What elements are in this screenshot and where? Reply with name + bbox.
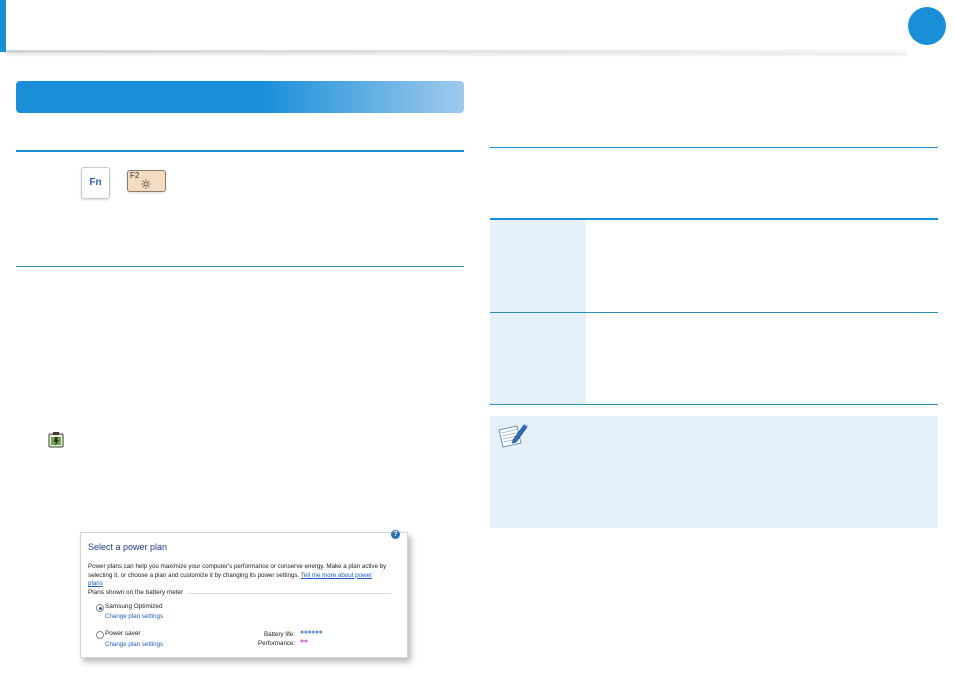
table-row-1-header-cell [490, 220, 586, 312]
section-banner [16, 81, 464, 113]
power-plan-screenshot: ? Select a power plan Power plans can he… [80, 530, 408, 658]
note-box [490, 416, 938, 528]
brightness-sun-icon [141, 179, 151, 189]
radio-samsung-optimized[interactable] [96, 604, 104, 612]
section-divider [16, 266, 464, 267]
change-plan-settings-link[interactable]: Change plan settings [105, 613, 163, 620]
dialog-title: Select a power plan [88, 542, 168, 552]
plan-name: Power saver [105, 630, 141, 637]
battery-plug-icon [48, 432, 64, 448]
plan-name: Samsung Optimized [105, 603, 163, 610]
plans-section-label: Plans shown on the battery meter [88, 589, 184, 596]
performance-rating: ●● [300, 638, 308, 645]
performance-label: Performance: [258, 640, 296, 647]
fn-key: Fn [81, 167, 110, 199]
radio-power-saver[interactable] [96, 631, 104, 639]
change-plan-settings-link[interactable]: Change plan settings [105, 641, 163, 648]
note-pen-icon [498, 423, 528, 448]
header-accent-bar [0, 0, 6, 52]
f2-key-label: F2 [130, 171, 140, 180]
section-rule-top [16, 150, 464, 152]
help-icon[interactable]: ? [391, 530, 400, 539]
chapter-badge [908, 7, 946, 45]
dialog-description: Power plans can help you maximize your c… [88, 563, 388, 589]
battery-life-rating: ●●●●●● [300, 629, 323, 636]
battery-life-label: Battery life: [264, 631, 295, 638]
header-rule [6, 50, 906, 53]
table-row-2-header-cell [490, 313, 586, 404]
table-rule-bottom [490, 404, 938, 405]
section-separator [187, 593, 391, 594]
f2-brightness-key: F2 [127, 170, 166, 192]
right-rule-top [490, 147, 938, 148]
